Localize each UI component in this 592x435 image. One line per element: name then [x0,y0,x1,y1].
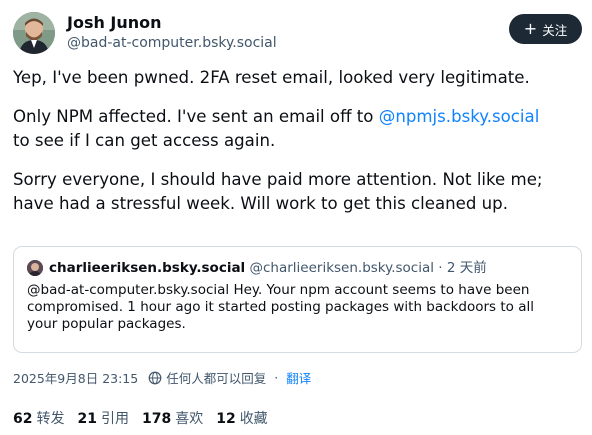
post-meta: 2025年9月8日 23:15 任何人都可以回复 · 翻译 [13,368,311,387]
quote-author-name[interactable]: charlieeriksen.bsky.social [49,260,245,276]
follow-button-label: 关注 [542,22,568,38]
author-handle[interactable]: @bad-at-computer.bsky.social [67,35,277,51]
quote-line: @bad-at-computer.bsky.social Hey. Your n… [27,282,530,298]
bookmark-count[interactable]: 12 收藏 [216,408,267,428]
translate-link[interactable]: 翻译 [286,368,311,387]
post-line: have had a stressful week. Will work to … [13,194,508,213]
post-line: Yep, I've been pwned. 2FA reset email, l… [13,68,530,87]
quote-header: charlieeriksen.bsky.social @charlieeriks… [49,260,487,277]
author-name[interactable]: Josh Junon [67,13,162,32]
post-stats: 62 转发 21 引用 178 喜欢 12 收藏 [13,408,268,428]
repost-count[interactable]: 62 转发 [13,408,64,428]
post-thread: Josh Junon @bad-at-computer.bsky.social … [0,0,592,435]
like-count[interactable]: 178 喜欢 [142,408,203,428]
quote-line: your popular packages. [27,316,186,332]
reply-setting[interactable]: 任何人都可以回复 [166,368,266,387]
quote-count[interactable]: 21 引用 [77,408,128,428]
quote-line: compromised. 1 hour ago it started posti… [27,299,534,315]
follow-button[interactable]: + 关注 [509,14,582,44]
mention-link[interactable]: @npmjs.bsky.social [379,107,540,126]
meta-separator: · [274,370,279,385]
post-line: to see if I can get access again. [13,131,276,150]
post-line: Sorry everyone, I should have paid more … [13,170,543,189]
quote-time: · 2 天前 [438,260,487,276]
quote-author-handle: @charlieeriksen.bsky.social [249,260,434,276]
author-avatar[interactable] [13,12,55,54]
globe-icon [148,371,162,385]
quoted-post[interactable]: charlieeriksen.bsky.social @charlieeriks… [13,246,582,353]
plus-icon: + [523,18,538,38]
quote-avatar [27,260,43,276]
quote-text: @bad-at-computer.bsky.social Hey. Your n… [27,282,572,333]
post-text: Yep, I've been pwned. 2FA reset email, l… [13,66,581,216]
post-timestamp[interactable]: 2025年9月8日 23:15 [13,368,138,387]
post-line-text: Only NPM affected. I've sent an email of… [13,107,379,126]
post-line: Only NPM affected. I've sent an email of… [13,105,581,129]
